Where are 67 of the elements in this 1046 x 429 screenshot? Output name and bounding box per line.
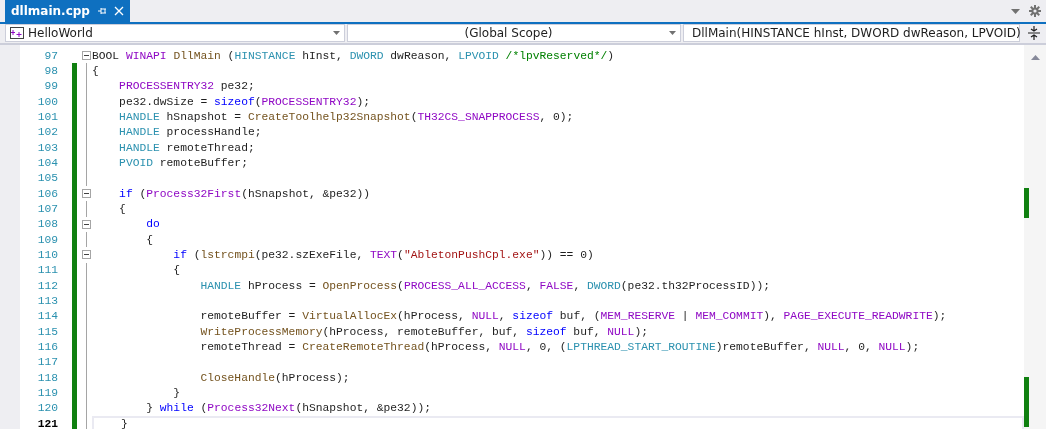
code-line: { [145,233,153,246]
line-number: 105 [36,172,58,185]
code-line: remoteBuffer = VirtualAllocEx(hProcess, NULL, sizeof buf, (MEM_RESERVE | MEM_COMMIT), PAGE_EXECUTE_READWRITE); [199,310,947,323]
project-dropdown[interactable]: HelloWorld [5,24,345,42]
line-number: 103 [36,141,58,154]
line-number: 115 [36,325,58,338]
code-line: if (Process32First(hSnapshot, &pe32)) [118,187,370,200]
code-line: PVOID remoteBuffer; [118,156,248,169]
close-icon[interactable] [113,6,124,16]
caret-icon [669,31,676,35]
line-number: 121 [36,417,58,429]
caret-icon[interactable] [1011,8,1020,14]
line-number: 108 [36,218,58,231]
line-number: 104 [36,156,58,169]
change-marker [1024,377,1029,427]
code-line: } [172,386,181,399]
line-number: 116 [36,340,58,353]
code-line: HANDLE hProcess = OpenProcess(PROCESS_ALL_ACCESS, FALSE, DWORD(pe32.th32ProcessID)); [199,279,770,292]
code-line: } while (Process32Next(hSnapshot, &pe32)); [145,402,431,415]
code-line: WriteProcessMemory(hProcess, remoteBuffer, buf, sizeof buf, NULL); [199,325,648,338]
line-number: 97 [43,49,58,62]
project-icon [10,27,24,39]
line-number: 118 [36,371,58,384]
code-line: HANDLE processHandle; [118,126,262,139]
code-line: { [172,264,181,277]
line-number: 106 [36,187,58,200]
code-line: PROCESSENTRY32 pe32; [118,80,255,93]
line-number: 98 [43,65,58,77]
line-number: 101 [36,110,58,123]
code-line: HANDLE hSnapshot = CreateToolhelp32Snapshot(TH32CS_SNAPPROCESS, 0); [118,110,574,123]
line-number: 119 [36,386,58,399]
line-number: 114 [36,310,58,323]
collapse-icon[interactable] [81,51,91,61]
code-line: remoteThread = CreateRemoteThread(hProcess, NULL, 0, (LPTHREAD_START_ROUTINE)remoteBuffer, NULL, 0, NULL); [199,340,920,353]
line-number: 111 [36,264,58,277]
code-line: HANDLE remoteThread; [118,141,255,154]
code-line: do [145,218,160,231]
code-line: BOOL WINAPI DllMain (HINSTANCE hInst, DWORD dwReason, LPVOID /*lpvReserved*/) [92,49,615,62]
line-number: 110 [36,248,58,261]
line-number: 120 [36,402,58,415]
change-marker [1024,188,1029,218]
code-line: } [120,417,128,429]
line-number: 112 [36,279,58,292]
collapse-icon[interactable] [81,189,91,199]
member-dropdown[interactable]: DllMain(HINSTANCE hInst, DWORD dwReason, LPVOID) [683,24,1020,42]
caret-icon [333,31,340,35]
line-number: 102 [36,126,58,139]
scope-dropdown[interactable]: (Global Scope) [347,24,681,42]
line-number: 107 [36,202,58,215]
scroll-up-icon[interactable] [1030,55,1040,60]
collapse-icon[interactable] [81,219,91,229]
gear-icon[interactable] [1029,5,1041,17]
line-number: 117 [36,356,58,369]
code-line: if (lstrcmpi(pe32.szExeFile, TEXT("AbletonPushCpl.exe")) == 0) [172,248,594,261]
split-icon[interactable] [1028,26,1040,40]
collapse-icon[interactable] [81,250,91,260]
line-number: 100 [36,95,58,108]
line-number: 109 [36,233,58,246]
code-line: pe32.dwSize = sizeof(PROCESSENTRY32); [118,95,370,108]
pin-icon[interactable] [96,6,107,16]
code-line: { [118,202,126,215]
scrollbar[interactable] [1024,45,1046,429]
file-tab[interactable]: dllmain.cpp [5,0,130,22]
line-number: 113 [36,294,58,307]
line-number: 99 [43,80,58,93]
code-line: CloseHandle(hProcess); [199,371,350,384]
code-line: { [92,65,99,77]
